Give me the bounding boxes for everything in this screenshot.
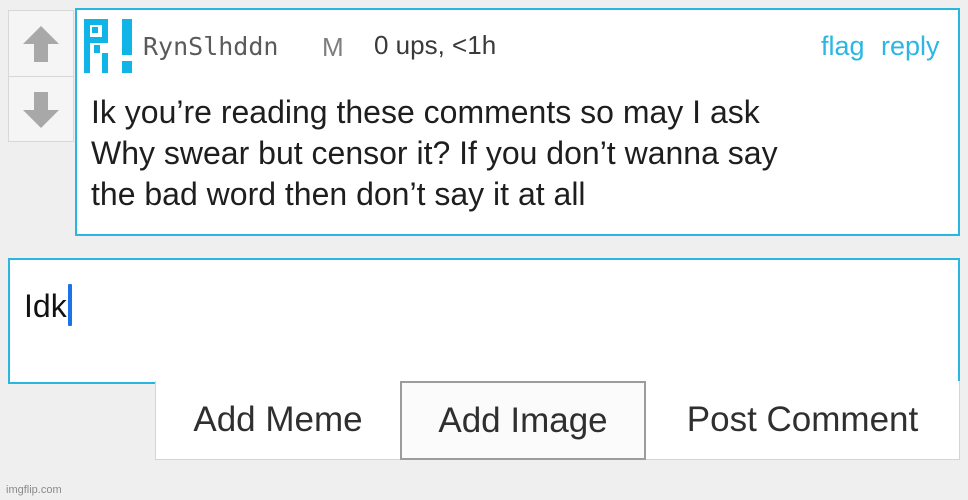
upvote-button[interactable] [9, 11, 73, 76]
add-meme-button[interactable]: Add Meme [156, 381, 400, 459]
comment-username[interactable]: RynSlhddn [143, 32, 278, 61]
add-image-button[interactable]: Add Image [400, 381, 646, 460]
flag-link[interactable]: flag [821, 31, 865, 62]
watermark: imgflip.com [6, 484, 62, 496]
reply-link[interactable]: reply [881, 31, 940, 62]
comment-text: Ik you’re reading these comments so may … [91, 94, 778, 212]
comment-card: RynSlhddn M 0 ups, <1h flag reply Ik you… [75, 8, 960, 236]
downvote-button[interactable] [9, 76, 73, 142]
reply-input-value: Idk [24, 288, 67, 324]
user-avatar[interactable] [84, 19, 138, 73]
post-comment-button[interactable]: Post Comment [646, 381, 959, 459]
reply-textarea[interactable]: Idk [8, 258, 960, 384]
user-gender: M [322, 32, 344, 62]
arrow-up-icon [23, 25, 59, 62]
text-caret [67, 284, 72, 326]
reply-actions: Add Meme Add Image Post Comment [155, 381, 960, 460]
vote-column [8, 10, 74, 142]
comment-ups: 0 ups, <1h [374, 30, 497, 60]
arrow-down-icon [23, 91, 59, 128]
